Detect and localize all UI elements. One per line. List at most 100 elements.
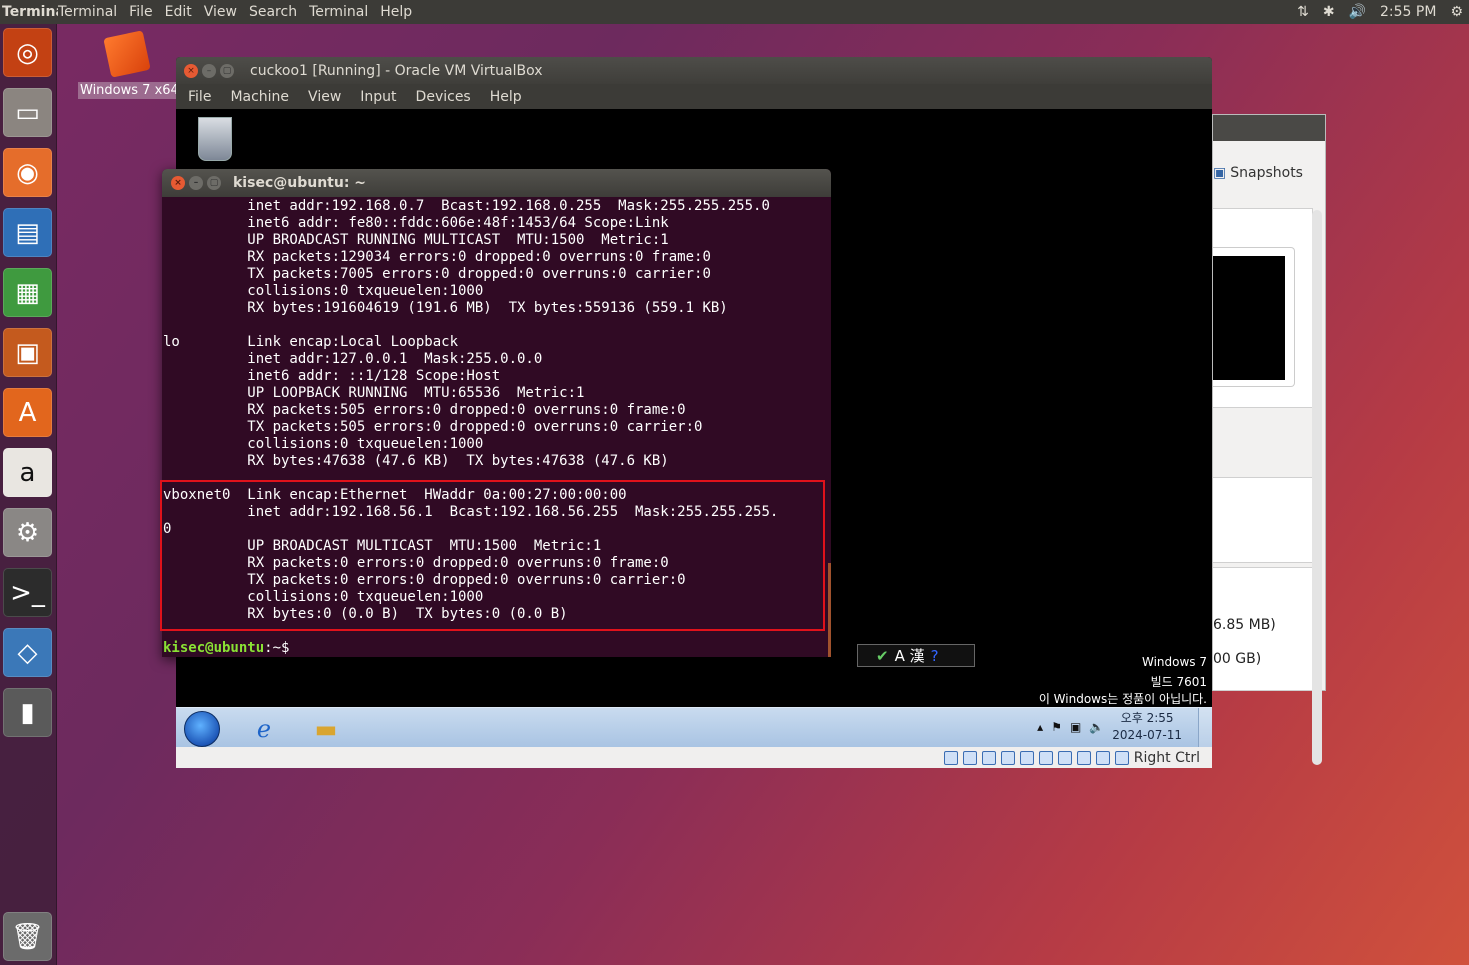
- terminal-line: RX packets:129034 errors:0 dropped:0 ove…: [163, 249, 711, 265]
- tray-expand-icon[interactable]: ▴: [1037, 720, 1043, 734]
- vm-title: cuckoo1 [Running] - Oracle VM VirtualBox: [250, 62, 543, 79]
- network-adapter-icon[interactable]: [981, 750, 996, 765]
- settings-gear-icon[interactable]: ⚙: [1450, 4, 1463, 20]
- desktop-ova-file[interactable]: Windows 7 x64: [78, 30, 176, 99]
- minimize-icon[interactable]: –: [189, 176, 203, 190]
- virtualbox-manager-window: ▣ Snapshots 6.85 MB) 00 GB): [1212, 114, 1326, 765]
- top-menu-item[interactable]: Help: [380, 4, 412, 20]
- guest-clock[interactable]: 오후 2:55 2024-07-11: [1112, 710, 1182, 744]
- terminal-line: RX bytes:191604619 (191.6 MB) TX bytes:5…: [163, 300, 728, 316]
- writer-icon[interactable]: ▤: [3, 208, 52, 257]
- hard-disk-icon[interactable]: [943, 750, 958, 765]
- launcher: ◎ ▭ ◉ ▤ ▦ ▣ A a ⚙ >_ ◇ ▮ 🗑: [0, 24, 57, 965]
- close-icon[interactable]: ×: [184, 63, 198, 78]
- calc-icon[interactable]: ▦: [3, 268, 52, 317]
- terminal-line: RX packets:505 errors:0 dropped:0 overru…: [163, 402, 686, 418]
- usb-icon[interactable]: [1000, 750, 1015, 765]
- firefox-icon[interactable]: ◉: [3, 148, 52, 197]
- system-settings-icon[interactable]: ⚙: [3, 508, 52, 557]
- network-icon[interactable]: ⇅: [1297, 4, 1309, 20]
- ime-language-bar[interactable]: ✔ A 漢?: [857, 644, 975, 667]
- system-tray: ▴ ⚑ ▣ 🔈 오후 2:55 2024-07-11: [1037, 710, 1182, 744]
- video-capture-icon[interactable]: [1057, 750, 1072, 765]
- indicator-area: ⇅ ✱ 🔊 2:55 PM ⚙: [1297, 0, 1469, 24]
- host-key-label: Right Ctrl: [1133, 749, 1200, 766]
- terminal-line: TX packets:505 errors:0 dropped:0 overru…: [163, 419, 703, 435]
- save-drive-icon[interactable]: ▮: [3, 688, 52, 737]
- top-menu-item[interactable]: Edit: [165, 4, 192, 20]
- volume-icon[interactable]: 🔊: [1349, 4, 1366, 20]
- snapshots-tab[interactable]: ▣ Snapshots: [1213, 165, 1303, 181]
- volume-muted-icon[interactable]: 🔈: [1089, 720, 1104, 734]
- optical-drive-icon[interactable]: [962, 750, 977, 765]
- vm-menu-item[interactable]: Help: [490, 89, 522, 105]
- app-name: Terminal: [2, 4, 58, 20]
- top-menu-item[interactable]: View: [204, 4, 237, 20]
- terminal-line: collisions:0 txqueuelen:1000: [163, 436, 484, 452]
- trash-icon[interactable]: 🗑: [3, 912, 52, 961]
- vm-menu-item[interactable]: Devices: [416, 89, 471, 105]
- preview-frame: [1213, 247, 1295, 387]
- flag-icon[interactable]: ⚑: [1051, 720, 1062, 734]
- vm-menu-item[interactable]: Machine: [230, 89, 289, 105]
- network-tray-icon[interactable]: ▣: [1070, 720, 1081, 734]
- internet-explorer-icon[interactable]: ℯ: [248, 714, 280, 744]
- watermark-line-2: 빌드 7601: [1150, 675, 1207, 689]
- terminal-scrollbar[interactable]: [828, 563, 831, 657]
- display-icon[interactable]: [1038, 750, 1053, 765]
- vm-menu-item[interactable]: File: [188, 89, 211, 105]
- top-menu-item[interactable]: Terminal: [309, 4, 368, 20]
- terminal-icon[interactable]: >_: [3, 568, 52, 617]
- impress-icon[interactable]: ▣: [3, 328, 52, 377]
- manager-scrollbar[interactable]: [1312, 210, 1322, 765]
- close-icon[interactable]: ×: [171, 176, 185, 190]
- details-panel: [1213, 477, 1313, 563]
- terminal-line: inet6 addr: ::1/128 Scope:Host: [163, 368, 501, 384]
- files-icon[interactable]: ▭: [3, 88, 52, 137]
- terminal-title: kisec@ubuntu: ~: [233, 175, 367, 191]
- camera-icon: ▣: [1213, 165, 1227, 181]
- keyboard-capture-icon[interactable]: [1114, 750, 1129, 765]
- maximize-icon[interactable]: ▢: [220, 63, 234, 78]
- clock[interactable]: 2:55 PM: [1380, 4, 1436, 20]
- terminal-line: inet6 addr: fe80::fddc:606e:48f:1453/64 …: [163, 215, 669, 231]
- vm-menubar: File Machine View Input Devices Help: [176, 84, 1212, 109]
- mouse-integration-icon[interactable]: [1095, 750, 1110, 765]
- top-panel: Terminal Terminal File Edit View Search Termi…: [0, 0, 1469, 24]
- ubuntu-dash-icon[interactable]: ◎: [3, 28, 52, 77]
- virtualbox-icon[interactable]: ◇: [3, 628, 52, 677]
- recycle-bin-icon[interactable]: [198, 117, 232, 161]
- manager-titlebar: [1213, 115, 1325, 141]
- explorer-folder-icon[interactable]: ▬: [310, 714, 342, 744]
- vm-menu-item[interactable]: Input: [360, 89, 396, 105]
- vm-menu-item[interactable]: View: [308, 89, 341, 105]
- highlight-box: [160, 480, 825, 631]
- ova-file-icon: [103, 30, 151, 78]
- terminal-line: UP BROADCAST RUNNING MULTICAST MTU:1500 …: [163, 232, 669, 248]
- guest-taskbar: ℯ ▬ ▴ ⚑ ▣ 🔈 오후 2:55 2024-07-11: [176, 707, 1212, 748]
- cpu-icon[interactable]: [1076, 750, 1091, 765]
- shared-folder-icon[interactable]: [1019, 750, 1034, 765]
- minimize-icon[interactable]: –: [202, 63, 216, 78]
- bluetooth-icon[interactable]: ✱: [1323, 4, 1335, 20]
- show-desktop-button[interactable]: [1198, 708, 1212, 748]
- top-menu-item[interactable]: File: [129, 4, 152, 20]
- terminal-line: RX bytes:47638 (47.6 KB) TX bytes:47638 …: [163, 453, 669, 469]
- terminal-line: TX packets:7005 errors:0 dropped:0 overr…: [163, 266, 711, 282]
- maximize-icon[interactable]: ▢: [207, 176, 221, 190]
- amazon-icon[interactable]: a: [3, 448, 52, 497]
- desktop-icon-label: Windows 7 x64: [78, 82, 176, 99]
- help-icon[interactable]: ?: [931, 647, 939, 665]
- terminal-titlebar: × – ▢ kisec@ubuntu: ~: [162, 169, 831, 197]
- terminal-line: inet addr:192.168.0.7 Bcast:192.168.0.25…: [163, 198, 770, 214]
- preview-panel: [1213, 208, 1313, 408]
- terminal-line: collisions:0 txqueuelen:1000: [163, 283, 484, 299]
- ime-icon: ✔: [876, 646, 889, 665]
- memory-text-2: 00 GB): [1213, 651, 1262, 667]
- start-button[interactable]: [184, 711, 220, 747]
- software-center-icon[interactable]: A: [3, 388, 52, 437]
- top-menu-item[interactable]: Search: [249, 4, 297, 20]
- watermark-line-1: Windows 7: [1141, 655, 1207, 669]
- top-menu-item[interactable]: Terminal: [58, 4, 117, 20]
